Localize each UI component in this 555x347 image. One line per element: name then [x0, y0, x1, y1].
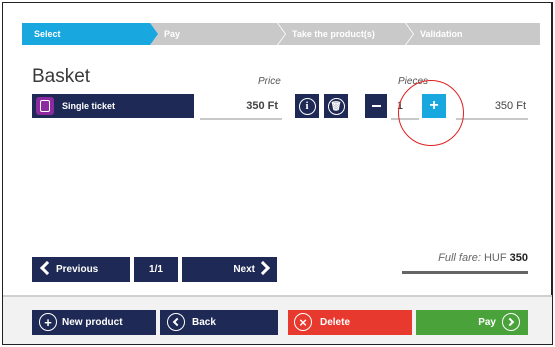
step-validation: Validation	[406, 23, 540, 45]
previous-label: Previous	[56, 264, 99, 275]
step-pay: Pay	[150, 23, 285, 45]
page-title: Basket	[32, 66, 91, 87]
full-fare-amount: 350	[509, 252, 528, 264]
ticket-icon	[36, 97, 54, 115]
info-button[interactable]: i	[295, 94, 319, 118]
pay-button[interactable]: Pay	[416, 310, 528, 335]
back-circle-icon	[167, 313, 185, 331]
next-label: Next	[233, 264, 255, 275]
product-single-ticket[interactable]: Single ticket	[32, 94, 194, 118]
close-circle-icon: ×	[294, 313, 312, 331]
forward-circle-icon	[502, 313, 520, 331]
back-label: Back	[192, 317, 216, 328]
decrease-quantity-button[interactable]	[365, 94, 387, 118]
info-icon: i	[298, 97, 316, 115]
minus-icon	[371, 105, 381, 107]
new-product-button[interactable]: + New product	[32, 310, 156, 335]
unit-price: 350 Ft	[200, 94, 282, 120]
trash-icon: 🗑	[327, 97, 345, 115]
delete-label: Delete	[320, 317, 351, 328]
step-take-products: Take the product(s)	[278, 23, 413, 45]
product-name: Single ticket	[62, 101, 116, 111]
remove-item-button[interactable]: 🗑	[324, 94, 348, 118]
line-total: 350 Ft	[456, 94, 528, 120]
kiosk-screen	[2, 2, 553, 345]
full-fare-total: Full fare: HUF 350	[402, 252, 528, 274]
next-page-button[interactable]: Next	[182, 257, 277, 282]
back-button[interactable]: Back	[160, 310, 278, 335]
delete-button[interactable]: × Delete	[288, 310, 412, 335]
pay-label: Pay	[478, 317, 496, 328]
plus-circle-icon: +	[39, 313, 57, 331]
price-column-header: Price	[258, 76, 281, 87]
previous-page-button[interactable]: Previous	[32, 257, 130, 282]
highlight-circle	[398, 80, 464, 146]
progress-steps: Select Pay Take the product(s) Validatio…	[22, 23, 540, 45]
page-indicator: 1/1	[134, 257, 178, 282]
step-select: Select	[22, 23, 162, 45]
chevron-left-icon	[39, 260, 55, 276]
full-fare-currency: HUF	[483, 252, 507, 264]
chevron-right-icon	[255, 260, 271, 276]
new-product-label: New product	[62, 317, 123, 328]
full-fare-label: Full fare:	[438, 252, 481, 264]
